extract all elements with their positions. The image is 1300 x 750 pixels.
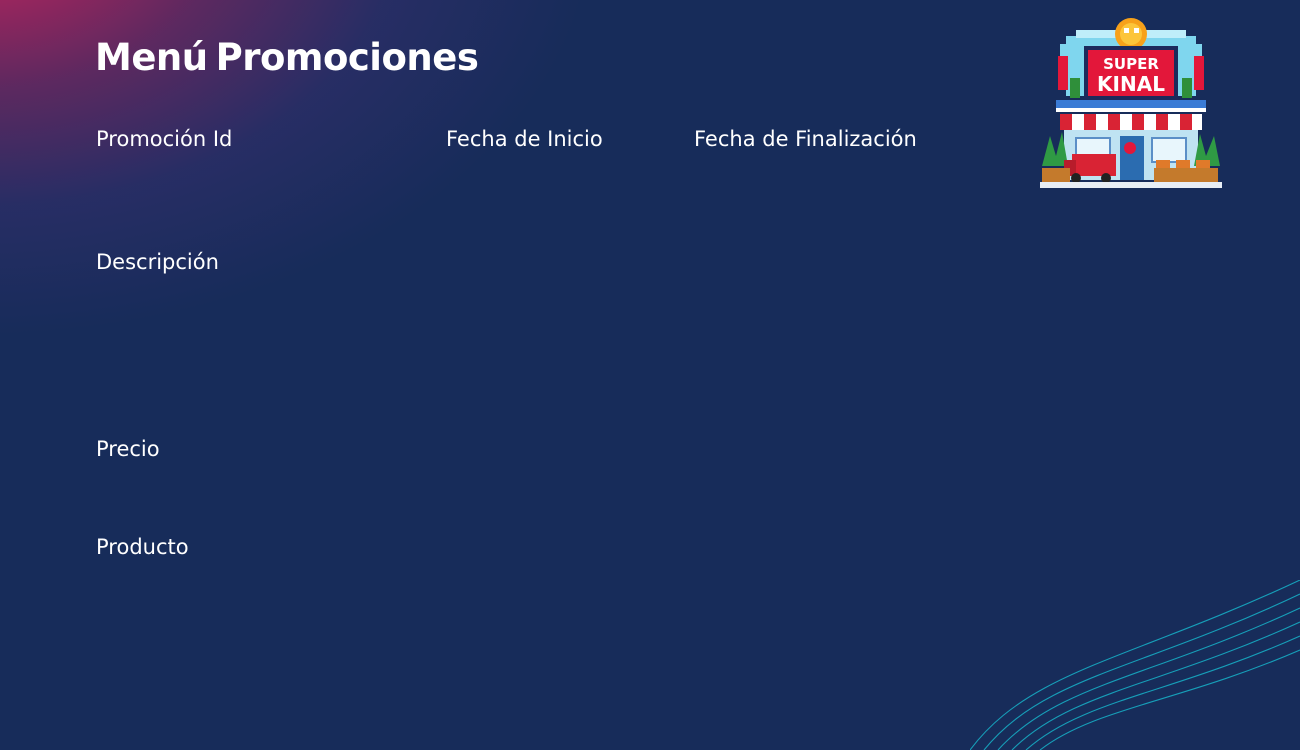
page-title: Menú Promociones — [95, 36, 486, 79]
label-promocion-id: Promoción Id — [96, 127, 233, 151]
page-title-word-1: Menú — [95, 36, 208, 79]
decorative-waves-icon — [970, 580, 1300, 750]
promociones-window: Menú Promociones Promoción Id Fecha de In… — [0, 0, 1300, 750]
label-producto: Producto — [96, 535, 189, 559]
store-logo-icon: SUPER KINAL — [1040, 18, 1222, 188]
logo-line-2: KINAL — [1097, 72, 1165, 96]
label-fecha-inicio: Fecha de Inicio — [446, 127, 603, 151]
label-precio: Precio — [96, 437, 160, 461]
logo-line-1: SUPER — [1103, 55, 1159, 73]
label-descripcion: Descripción — [96, 250, 219, 274]
page-title-word-2: Promociones — [215, 36, 479, 79]
label-fecha-finalizacion: Fecha de Finalización — [694, 127, 917, 151]
